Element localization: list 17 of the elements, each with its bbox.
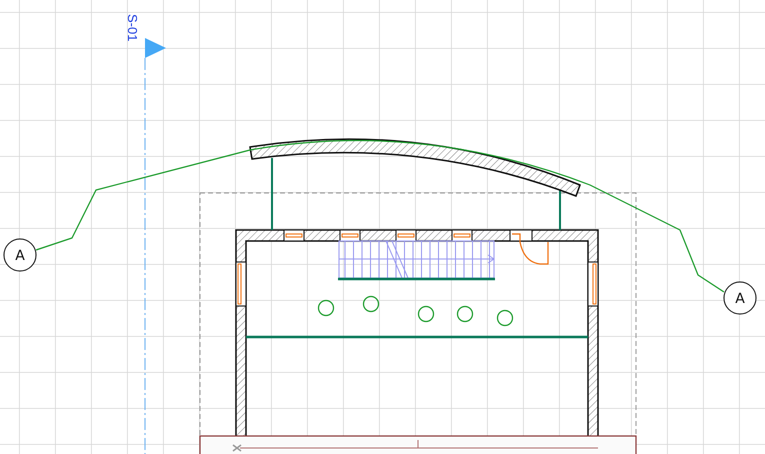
column-circle [418, 306, 434, 322]
window-sash [454, 234, 470, 238]
column-circle [362, 296, 380, 312]
window-sash [238, 264, 242, 304]
column-circle [496, 310, 514, 326]
column-circle [318, 300, 334, 316]
window-sash [592, 264, 596, 304]
window-sash [342, 234, 358, 238]
window-sash [286, 234, 302, 238]
section-label: S-01 [125, 14, 140, 42]
section-flag-icon[interactable] [145, 38, 166, 58]
column-circle [456, 306, 474, 322]
window-sash [398, 234, 414, 238]
grid-bubble[interactable]: A [724, 282, 756, 314]
door-drawing [512, 233, 549, 265]
floor-plan-canvas[interactable]: A A S-01 [0, 0, 765, 454]
grid-bubble[interactable]: A [4, 238, 36, 272]
